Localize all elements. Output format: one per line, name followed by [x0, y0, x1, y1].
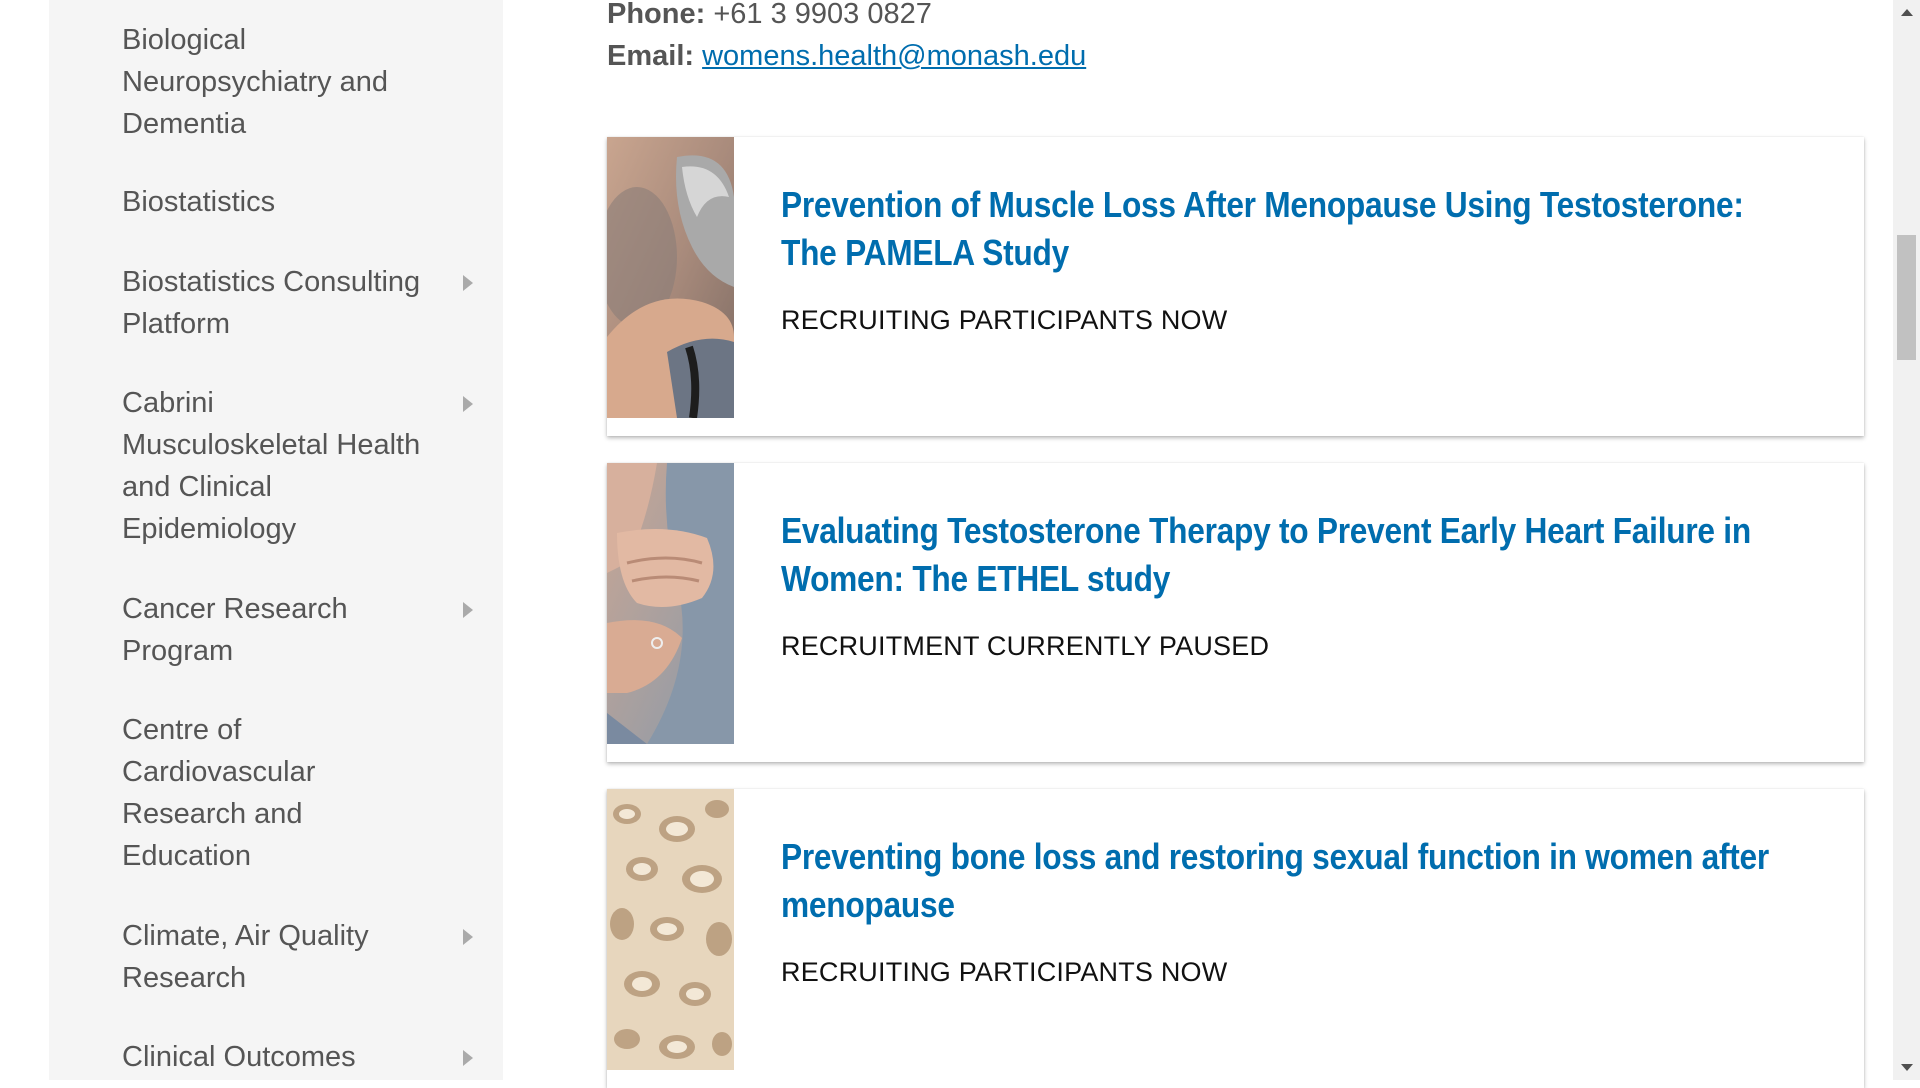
- phone-value: +61 3 9903 0827: [713, 0, 932, 30]
- email-link[interactable]: womens.health@monash.edu: [702, 40, 1086, 72]
- study-title-link[interactable]: Preventing bone loss and restoring sexua…: [781, 833, 1793, 929]
- thumbnail-image: [607, 789, 734, 1070]
- scroll-up-arrow-icon[interactable]: [1901, 9, 1913, 16]
- study-card[interactable]: Preventing bone loss and restoring sexua…: [607, 789, 1864, 1088]
- chevron-right-icon[interactable]: [463, 602, 473, 618]
- sidebar-item-cancer-research[interactable]: Cancer Research Program: [49, 588, 503, 672]
- bone-structure-photo[interactable]: [607, 789, 734, 1070]
- chevron-right-icon[interactable]: [463, 929, 473, 945]
- phone-label: Phone:: [607, 0, 706, 30]
- study-card-body: Evaluating Testosterone Therapy to Preve…: [781, 507, 1824, 662]
- contact-phone: Phone: +61 3 9903 0827: [607, 0, 932, 32]
- study-card[interactable]: Prevention of Muscle Loss After Menopaus…: [607, 137, 1864, 436]
- sidebar-item-label[interactable]: Cancer Research Program: [122, 588, 422, 672]
- sidebar-item-label[interactable]: Centre of Cardiovascular Research and Ed…: [122, 709, 422, 877]
- scroll-thumb[interactable]: [1897, 235, 1916, 360]
- scroll-down-arrow-icon[interactable]: [1901, 1064, 1913, 1071]
- study-title-link[interactable]: Prevention of Muscle Loss After Menopaus…: [781, 181, 1793, 277]
- sidebar-item-label[interactable]: Cabrini Musculoskeletal Health and Clini…: [122, 382, 422, 550]
- sidebar-item-label[interactable]: Biostatistics: [122, 181, 422, 223]
- chevron-right-icon[interactable]: [463, 396, 473, 412]
- sidebar-item-cabrini[interactable]: Cabrini Musculoskeletal Health and Clini…: [49, 382, 503, 550]
- study-card-body: Prevention of Muscle Loss After Menopaus…: [781, 181, 1824, 336]
- study-card[interactable]: Evaluating Testosterone Therapy to Preve…: [607, 463, 1864, 762]
- chevron-right-icon[interactable]: [463, 1050, 473, 1066]
- main-content: Phone: +61 3 9903 0827 Email: womens.hea…: [607, 0, 1867, 1088]
- study-card-body: Preventing bone loss and restoring sexua…: [781, 833, 1824, 988]
- study-status: RECRUITMENT CURRENTLY PAUSED: [781, 631, 1270, 661]
- sidebar-item-climate[interactable]: Climate, Air Quality Research: [49, 915, 503, 999]
- email-label: Email:: [607, 40, 695, 72]
- sidebar-item-clinical-outcomes[interactable]: Clinical Outcomes: [49, 1036, 503, 1078]
- sidebar-item-biostatistics[interactable]: Biostatistics: [49, 181, 503, 223]
- sidebar-item-label[interactable]: Biostatistics Consulting Platform: [122, 261, 422, 345]
- sidebar-item-biological-neuropsychiatry[interactable]: Biological Neuropsychiatry and Dementia: [49, 19, 503, 145]
- study-title-link[interactable]: Evaluating Testosterone Therapy to Preve…: [781, 507, 1793, 603]
- study-status: RECRUITING PARTICIPANTS NOW: [781, 305, 1228, 335]
- study-status: RECRUITING PARTICIPANTS NOW: [781, 957, 1228, 987]
- contact-email: Email: womens.health@monash.edu: [607, 38, 1086, 74]
- sidebar-item-label[interactable]: Biological Neuropsychiatry and Dementia: [122, 19, 422, 145]
- sidebar-item-biostatistics-consulting[interactable]: Biostatistics Consulting Platform: [49, 261, 503, 345]
- sidebar-item-label[interactable]: Clinical Outcomes: [122, 1036, 422, 1078]
- hands-on-chest-photo[interactable]: [607, 463, 734, 744]
- sidebar-item-cardiovascular[interactable]: Centre of Cardiovascular Research and Ed…: [49, 709, 503, 877]
- sidebar-item-label[interactable]: Climate, Air Quality Research: [122, 915, 422, 999]
- scrollbar[interactable]: [1893, 0, 1920, 1080]
- chevron-right-icon[interactable]: [463, 275, 473, 291]
- thumbnail-image: [607, 137, 734, 418]
- woman-shoulder-photo[interactable]: [607, 137, 734, 418]
- thumbnail-image: [607, 463, 734, 744]
- sidebar-nav: Biological Neuropsychiatry and Dementia …: [49, 0, 503, 1080]
